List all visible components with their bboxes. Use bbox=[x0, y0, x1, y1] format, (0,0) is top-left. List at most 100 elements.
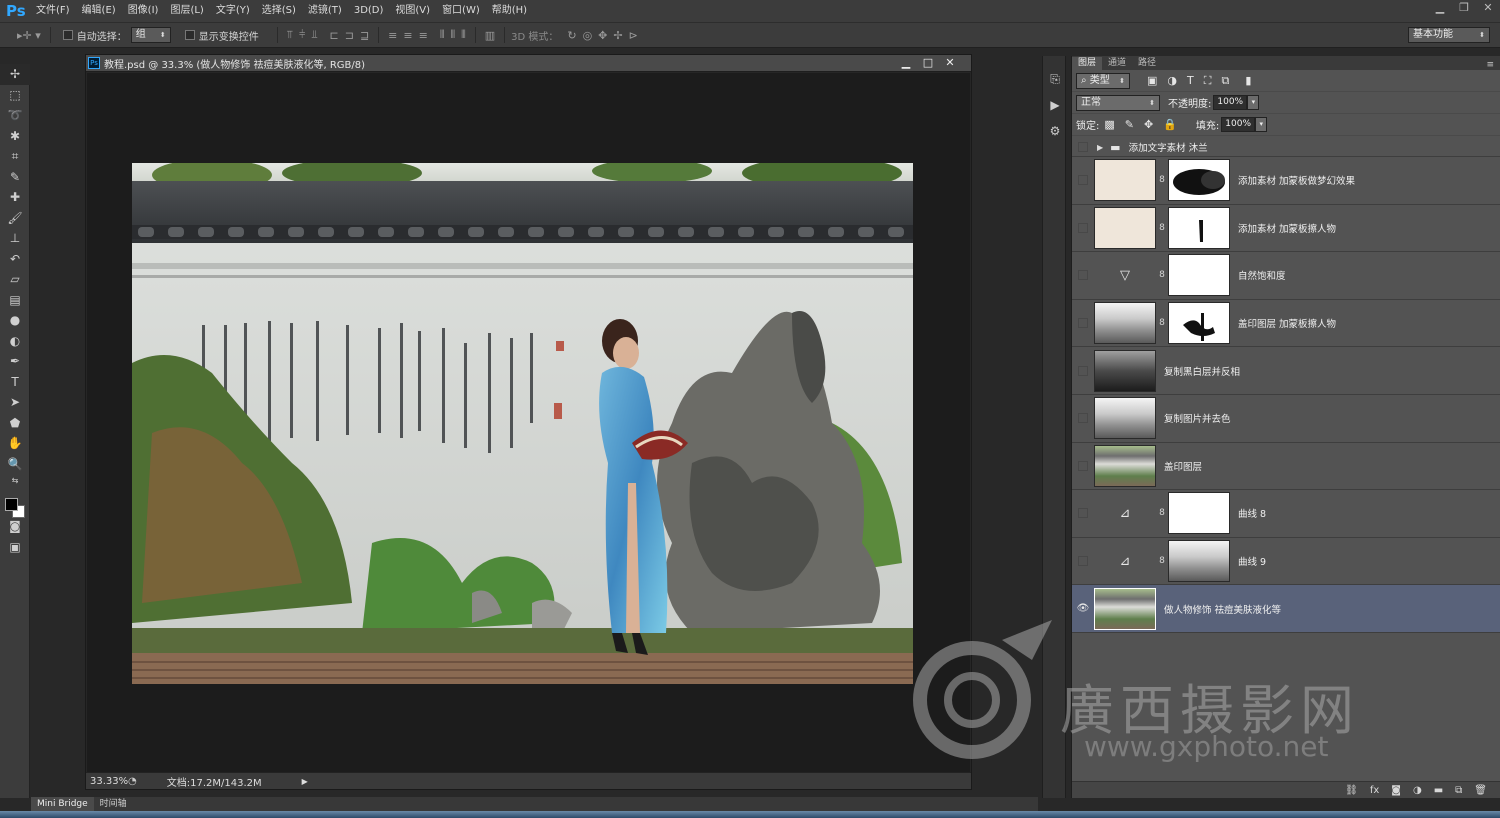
menu-edit[interactable]: 编辑(E) bbox=[76, 0, 122, 22]
menu-file[interactable]: 文件(F) bbox=[30, 0, 76, 22]
menu-layer[interactable]: 图层(L) bbox=[164, 0, 209, 22]
layer-row[interactable]: 8 盖印图层 加蒙板擦人物 bbox=[1072, 300, 1500, 348]
show-transform-checkbox[interactable] bbox=[184, 30, 195, 40]
distribute-top-icon[interactable]: ≡ bbox=[385, 29, 400, 42]
fill-input[interactable]: 100% bbox=[1221, 117, 1256, 132]
hand-tool-icon[interactable]: ✋ bbox=[0, 433, 30, 454]
visibility-toggle[interactable] bbox=[1072, 365, 1094, 376]
align-vcenter-icon[interactable]: ⫩ bbox=[296, 28, 308, 42]
layer-mask-thumbnail[interactable] bbox=[1168, 206, 1230, 249]
menu-filter[interactable]: 滤镜(T) bbox=[302, 0, 348, 22]
layer-mask-thumbnail[interactable] bbox=[1168, 254, 1230, 297]
layer-row[interactable]: ▽ 8 自然饱和度 bbox=[1072, 252, 1500, 300]
distribute-left-icon[interactable]: ⫴ bbox=[437, 28, 448, 42]
mask-link-icon[interactable]: 8 bbox=[1156, 556, 1168, 566]
blur-tool-icon[interactable]: ● bbox=[0, 310, 30, 331]
align-hcenter-icon[interactable]: ⊐ bbox=[342, 29, 357, 42]
move-tool-preset-icon[interactable]: ▸✛ ▾ bbox=[14, 29, 44, 42]
document-tab[interactable]: Ps 教程.psd @ 33.3% (做人物修饰 祛痘美肤液化等, RGB/8)… bbox=[86, 55, 971, 72]
visibility-toggle[interactable] bbox=[1072, 270, 1094, 281]
filter-pixel-icon[interactable]: ▣ bbox=[1142, 74, 1162, 87]
filter-kind-dropdown[interactable]: ⌕ 类型 ⬍ bbox=[1076, 72, 1130, 89]
layer-group-row[interactable]: ▶ ▬ 添加文字素材 沐兰 bbox=[1072, 138, 1500, 157]
close-icon[interactable]: ✕ bbox=[1476, 0, 1500, 16]
link-layers-icon[interactable]: ⛓ bbox=[1339, 785, 1364, 796]
lasso-tool-icon[interactable]: ➰ bbox=[0, 105, 30, 126]
eraser-tool-icon[interactable]: ▱ bbox=[0, 269, 30, 290]
delete-layer-icon[interactable]: 🗑 bbox=[1468, 785, 1493, 796]
swap-colors-icon[interactable]: ⇆ bbox=[0, 474, 30, 488]
visibility-toggle[interactable] bbox=[1072, 318, 1094, 329]
layer-row[interactable]: 盖印图层 bbox=[1072, 443, 1500, 491]
dodge-tool-icon[interactable]: ◐ bbox=[0, 331, 30, 352]
fill-slider-arrow-icon[interactable]: ▾ bbox=[1255, 117, 1268, 132]
tab-mini-bridge[interactable]: Mini Bridge bbox=[31, 797, 94, 811]
screen-mode-icon[interactable]: ▣ bbox=[0, 537, 30, 558]
foreground-color-swatch[interactable] bbox=[5, 498, 18, 511]
menu-type[interactable]: 文字(Y) bbox=[210, 0, 256, 22]
history-brush-tool-icon[interactable]: ↶ bbox=[0, 249, 30, 270]
zoom-level[interactable]: 33.33% bbox=[86, 776, 128, 787]
tab-layers[interactable]: 图层 bbox=[1072, 57, 1103, 70]
visibility-toggle[interactable] bbox=[1072, 142, 1094, 152]
filter-type-icon[interactable]: T bbox=[1182, 74, 1199, 87]
minimize-icon[interactable]: ▁ bbox=[1428, 0, 1452, 16]
panel-menu-icon[interactable]: ≡ bbox=[1486, 60, 1500, 70]
layer-mask-thumbnail[interactable] bbox=[1168, 492, 1230, 535]
move-tool-icon[interactable]: ✢ bbox=[0, 64, 30, 85]
eye-icon[interactable]: 👁 bbox=[1072, 603, 1094, 614]
quick-mask-icon[interactable]: ◙ bbox=[0, 516, 30, 537]
brush-tool-icon[interactable]: 🖌 bbox=[0, 208, 30, 229]
actions-panel-icon[interactable]: ▶ bbox=[1043, 92, 1067, 118]
3d-rotate-icon[interactable]: ↻ bbox=[564, 29, 579, 42]
lock-position-icon[interactable]: ✥ bbox=[1139, 118, 1158, 131]
layer-mask-thumbnail[interactable] bbox=[1168, 302, 1230, 345]
blend-mode-dropdown[interactable]: 正常 ⬍ bbox=[1076, 94, 1160, 111]
layer-style-icon[interactable]: fx bbox=[1364, 785, 1385, 796]
filter-adjustment-icon[interactable]: ◑ bbox=[1162, 74, 1182, 87]
layer-row[interactable]: 8 添加素材 加蒙板擦人物 bbox=[1072, 205, 1500, 253]
menu-select[interactable]: 选择(S) bbox=[256, 0, 302, 22]
group-expand-arrow-icon[interactable]: ▶ bbox=[1094, 143, 1106, 152]
doc-maximize-icon[interactable]: □ bbox=[917, 55, 939, 71]
layer-mask-thumbnail[interactable] bbox=[1168, 159, 1230, 202]
marquee-tool-icon[interactable]: ⬚ bbox=[0, 85, 30, 106]
menu-window[interactable]: 窗口(W) bbox=[436, 0, 486, 22]
3d-slide-icon[interactable]: ✢ bbox=[610, 29, 625, 42]
layer-row[interactable]: ⊿ 8 曲线 9 bbox=[1072, 538, 1500, 586]
doc-close-icon[interactable]: ✕ bbox=[939, 55, 961, 71]
layer-mask-thumbnail[interactable] bbox=[1168, 540, 1230, 583]
auto-select-checkbox[interactable] bbox=[62, 30, 73, 40]
auto-select-dropdown[interactable]: 组 ⬍ bbox=[130, 27, 171, 43]
properties-panel-icon[interactable]: ⚙ bbox=[1043, 118, 1067, 144]
layer-row-selected[interactable]: 👁 做人物修饰 祛痘美肤液化等 bbox=[1072, 585, 1500, 633]
align-right-icon[interactable]: ⊒ bbox=[357, 29, 372, 42]
pen-tool-icon[interactable]: ✒ bbox=[0, 351, 30, 372]
menu-3d[interactable]: 3D(D) bbox=[348, 0, 390, 22]
lock-all-icon[interactable]: 🔒 bbox=[1158, 118, 1182, 131]
lock-transparent-icon[interactable]: ▩ bbox=[1099, 118, 1119, 131]
layer-row[interactable]: ⊿ 8 曲线 8 bbox=[1072, 490, 1500, 538]
status-menu-arrow-icon[interactable]: ▶ bbox=[302, 777, 308, 786]
align-bottom-icon[interactable]: ⫫ bbox=[308, 28, 320, 42]
visibility-toggle[interactable] bbox=[1072, 508, 1094, 519]
add-mask-icon[interactable]: ◙ bbox=[1385, 785, 1407, 796]
magic-wand-tool-icon[interactable]: ✱ bbox=[0, 126, 30, 147]
status-icon[interactable]: ◔ bbox=[128, 776, 137, 787]
align-left-icon[interactable]: ⊏ bbox=[327, 29, 342, 42]
visibility-toggle[interactable] bbox=[1072, 556, 1094, 567]
layer-row[interactable]: 复制黑白层并反相 bbox=[1072, 347, 1500, 395]
visibility-toggle[interactable] bbox=[1072, 222, 1094, 233]
tab-timeline[interactable]: 时间轴 bbox=[94, 797, 133, 811]
mask-link-icon[interactable]: 8 bbox=[1156, 508, 1168, 518]
filter-toggle-icon[interactable]: ▮ bbox=[1240, 74, 1256, 87]
distribute-hcenter-icon[interactable]: ⫴ bbox=[447, 28, 458, 42]
opacity-slider-arrow-icon[interactable]: ▾ bbox=[1247, 95, 1260, 110]
clone-stamp-tool-icon[interactable]: ⊥ bbox=[0, 228, 30, 249]
mask-link-icon[interactable]: 8 bbox=[1156, 175, 1168, 185]
3d-scale-icon[interactable]: ⊳ bbox=[626, 29, 641, 42]
layer-row[interactable]: 复制图片并去色 bbox=[1072, 395, 1500, 443]
align-top-icon[interactable]: ⫪ bbox=[284, 28, 296, 42]
doc-minimize-icon[interactable]: ▁ bbox=[895, 55, 917, 71]
distribute-right-icon[interactable]: ⫴ bbox=[458, 28, 469, 42]
